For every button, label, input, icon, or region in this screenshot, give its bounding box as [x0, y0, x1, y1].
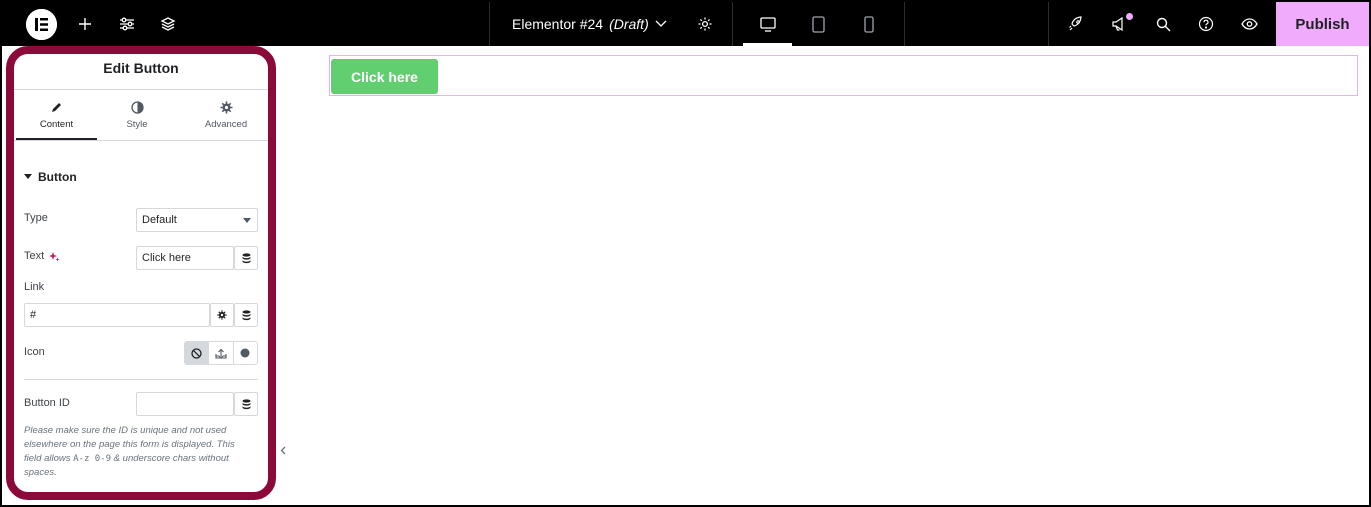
publish-button[interactable]: Publish: [1276, 2, 1369, 46]
none-icon[interactable]: [185, 342, 210, 364]
pencil-icon: [52, 102, 61, 112]
circle-icon[interactable]: [234, 342, 257, 364]
link-input-value: #: [30, 309, 37, 321]
button-id-label: Button ID: [24, 397, 70, 409]
desktop-icon[interactable]: [743, 2, 792, 46]
gear-icon[interactable]: [692, 2, 718, 46]
elementor-logo-icon[interactable]: [26, 9, 57, 40]
document-status: (Draft): [609, 16, 649, 32]
caret-down-icon: [24, 174, 32, 179]
tab-style[interactable]: Style: [97, 90, 177, 140]
text-label: Text: [24, 250, 60, 262]
text-input-value: Click here: [142, 252, 191, 264]
half-circle-icon: [130, 100, 144, 114]
button-id-help-text: Please make sure the ID is unique and no…: [24, 425, 235, 478]
tab-advanced[interactable]: Advanced: [184, 90, 268, 140]
tab-content-label: Content: [39, 118, 74, 130]
panel-tabs: Content Style Advanced: [14, 90, 268, 140]
document-title[interactable]: Elementor #24 (Draft): [512, 2, 667, 46]
help-icon[interactable]: [1193, 2, 1219, 46]
upload-icon[interactable]: [209, 342, 234, 364]
section-button-toggle[interactable]: Button: [24, 170, 77, 184]
top-bar: Elementor #24 (Draft) Publish: [2, 2, 1369, 46]
edit-panel: Edit Button Content Style Advanced Butto…: [14, 54, 268, 492]
canvas-container-outline[interactable]: [329, 55, 1358, 96]
tab-advanced-label: Advanced: [204, 118, 248, 130]
panel-title: Edit Button: [103, 60, 179, 76]
type-select-value: Default: [142, 214, 177, 226]
eye-icon[interactable]: [1236, 2, 1262, 46]
layers-icon[interactable]: [155, 2, 181, 46]
rocket-icon[interactable]: [1063, 2, 1089, 46]
plus-icon[interactable]: [72, 2, 98, 46]
tab-style-label: Style: [126, 118, 148, 130]
divider: [24, 379, 258, 380]
tablet-icon[interactable]: [794, 2, 843, 46]
notification-dot: [1126, 13, 1133, 20]
icon-choices: [184, 341, 258, 365]
ai-sparkle-icon[interactable]: [49, 251, 60, 262]
dynamic-tags-icon[interactable]: [234, 303, 258, 327]
button-id-input[interactable]: [136, 392, 234, 416]
editor-window: Elementor #24 (Draft) Publish Edit Butto…: [0, 0, 1371, 507]
sliders-icon[interactable]: [114, 2, 140, 46]
active-device-indicator: [743, 43, 792, 46]
dynamic-tags-icon[interactable]: [234, 246, 258, 270]
link-options-gear-icon[interactable]: [210, 303, 234, 327]
dynamic-tags-icon[interactable]: [234, 392, 258, 416]
collapse-panel-chevron-left-icon[interactable]: [276, 430, 290, 470]
type-select[interactable]: Default: [136, 208, 258, 232]
chevron-down-icon: [655, 20, 667, 27]
mobile-icon[interactable]: [844, 2, 893, 46]
divider: [14, 140, 268, 141]
chevron-down-icon: [243, 218, 251, 223]
gear-icon: [220, 101, 232, 113]
canvas-button-widget[interactable]: Click here: [331, 59, 438, 94]
icon-label: Icon: [24, 346, 45, 358]
section-title: Button: [38, 170, 77, 184]
search-icon[interactable]: [1150, 2, 1176, 46]
type-label: Type: [24, 212, 48, 224]
text-input[interactable]: Click here: [136, 246, 234, 270]
link-label: Link: [24, 281, 45, 293]
megaphone-icon[interactable]: [1106, 2, 1132, 46]
tab-content[interactable]: Content: [16, 90, 97, 140]
document-name: Elementor #24: [512, 16, 604, 32]
link-input[interactable]: #: [24, 303, 210, 327]
